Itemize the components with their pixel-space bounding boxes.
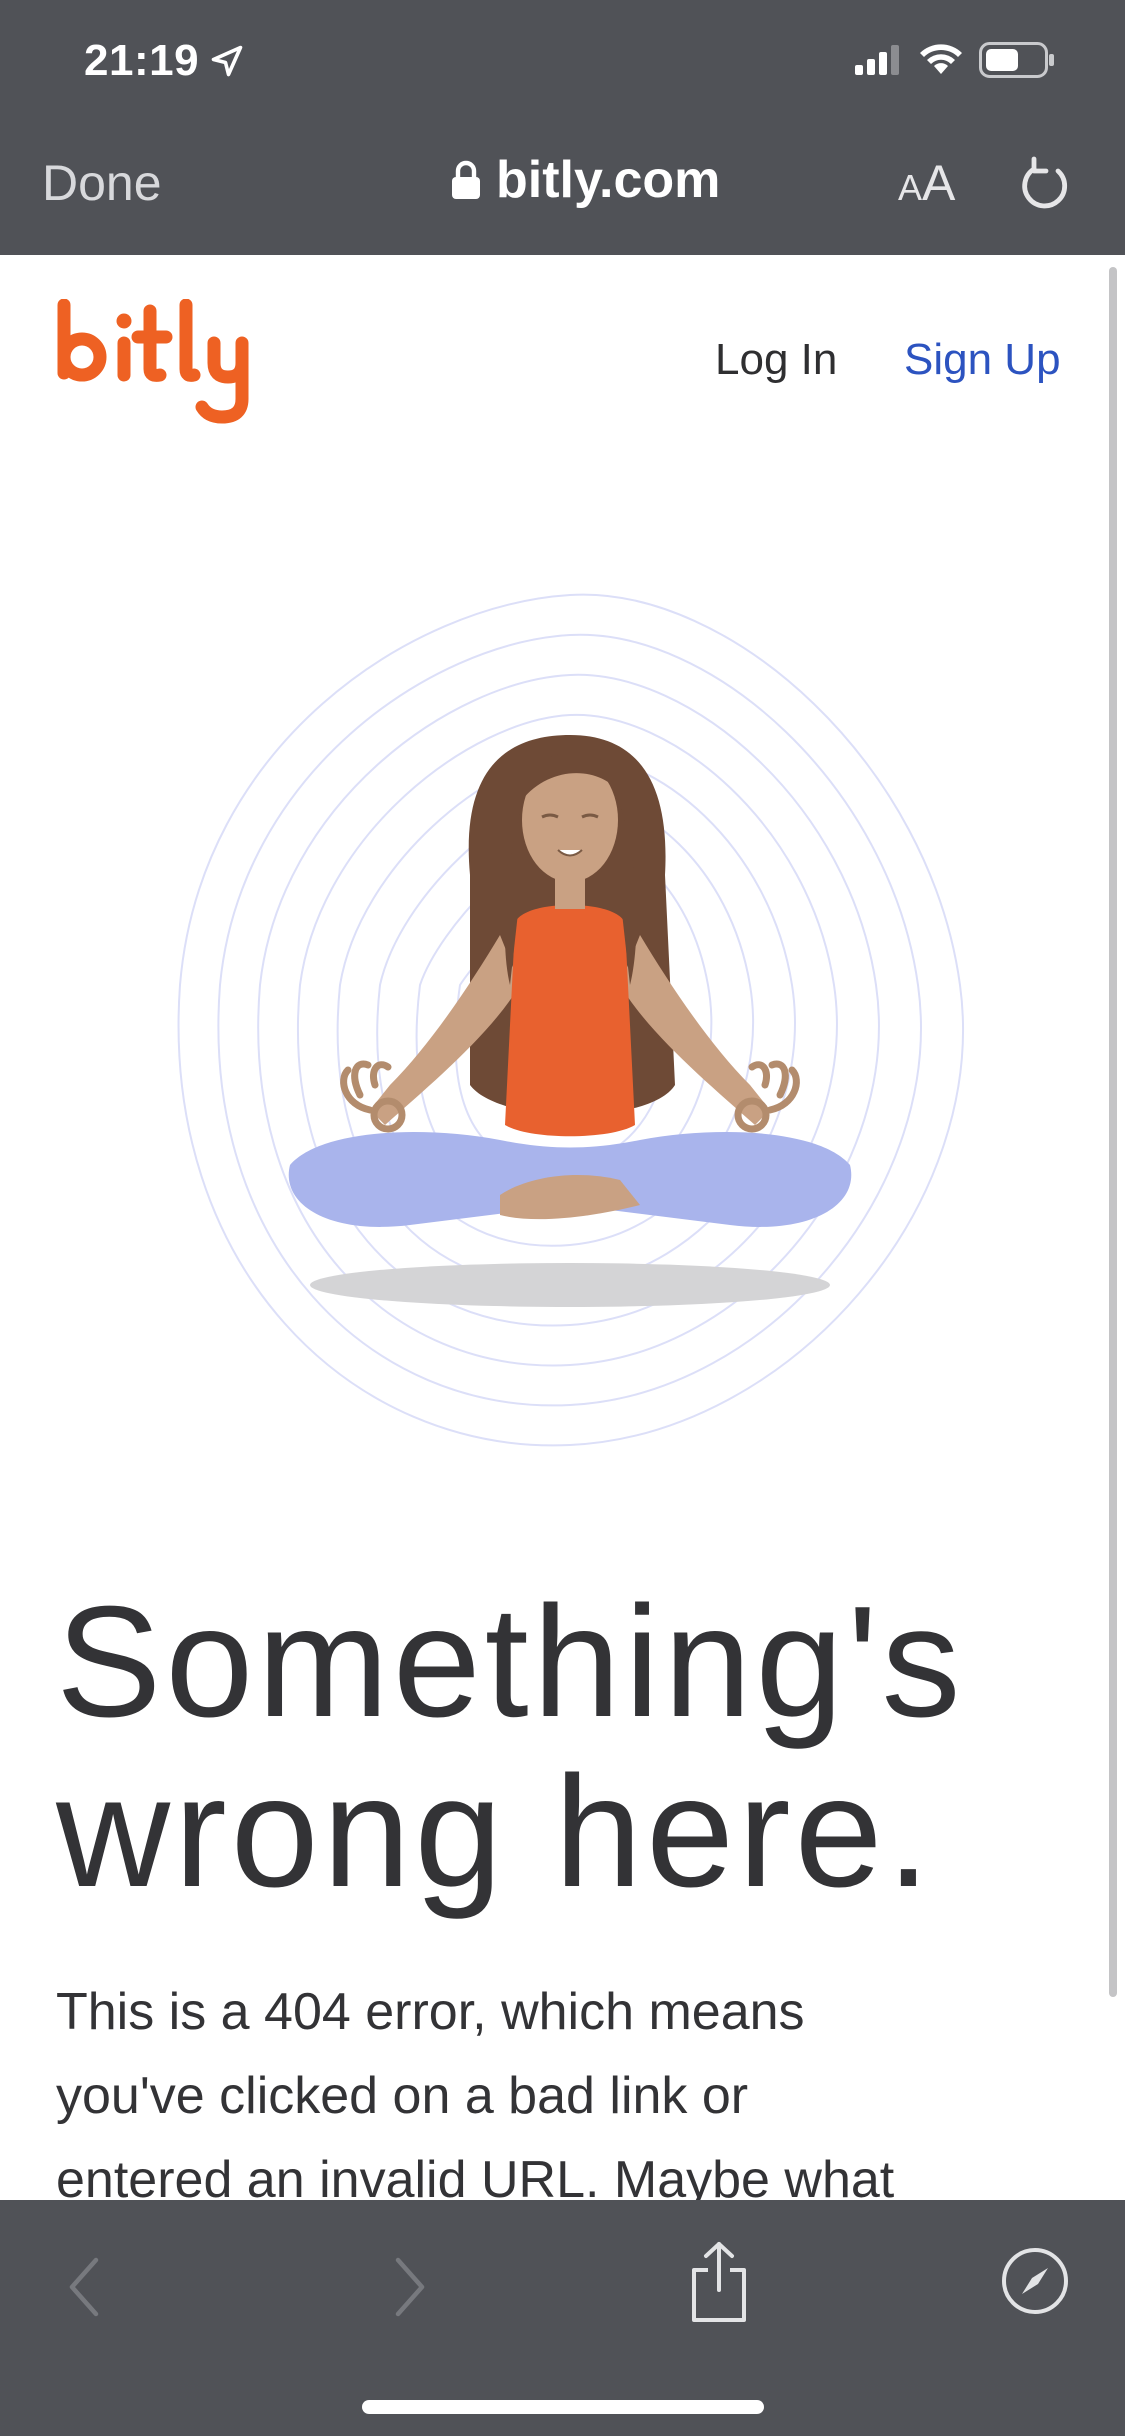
error-headline: Something's wrong here. [56,1577,1096,1917]
sign-up-link[interactable]: Sign Up [904,335,1061,385]
error-description: This is a 404 error, which means you've … [56,1970,1066,2200]
aa-small-letter: A [898,167,923,208]
status-indicators [855,42,1055,78]
web-page: Log In Sign Up Something's wrong here. T… [0,255,1125,2200]
time-label: 21:19 [84,36,200,85]
headline-line-1: Something's [56,1574,965,1750]
body-line-3: entered an invalid URL. Maybe what [56,2151,895,2200]
body-line-2: you've clicked on a bad link or [56,2067,749,2125]
back-button[interactable] [60,2252,110,2327]
share-icon [692,2242,746,2322]
body-line-1: This is a 404 error, which means [56,1983,805,2041]
bitly-logo[interactable] [52,298,292,434]
lock-icon [452,160,480,199]
home-indicator[interactable] [362,2400,764,2414]
status-time: 21:19 [84,36,245,86]
chevron-right-icon [395,2257,425,2317]
forward-button[interactable] [384,2252,434,2327]
reload-icon [1022,156,1068,209]
page-scrollbar[interactable] [1109,267,1117,1997]
reload-button[interactable] [1018,152,1074,219]
done-button[interactable]: Done [42,154,162,212]
address-field[interactable]: bitly.com [450,150,720,210]
location-arrow-icon [211,45,243,77]
bitly-logo-mark [57,298,249,424]
meditation-illustration [177,593,964,1447]
log-in-link[interactable]: Log In [715,335,837,385]
chevron-left-icon [69,2257,99,2317]
status-bar: 21:19 [0,0,1125,130]
screen: 21:19 Done bitly.com AA Log In Sign Up S… [0,0,1125,2436]
wifi-icon [920,44,962,74]
cellular-signal-icon [855,45,899,75]
aa-large-letter: A [922,155,956,211]
reader-text-size-button[interactable]: AA [898,154,955,212]
open-in-safari-button[interactable] [1000,2246,1070,2321]
headline-line-2: wrong here. [56,1744,935,1920]
share-button[interactable] [686,2240,752,2329]
compass-icon [1002,2248,1068,2314]
safari-address-bar: Done bitly.com AA [0,130,1125,255]
url-domain: bitly.com [496,151,721,209]
battery-icon [979,42,1054,78]
